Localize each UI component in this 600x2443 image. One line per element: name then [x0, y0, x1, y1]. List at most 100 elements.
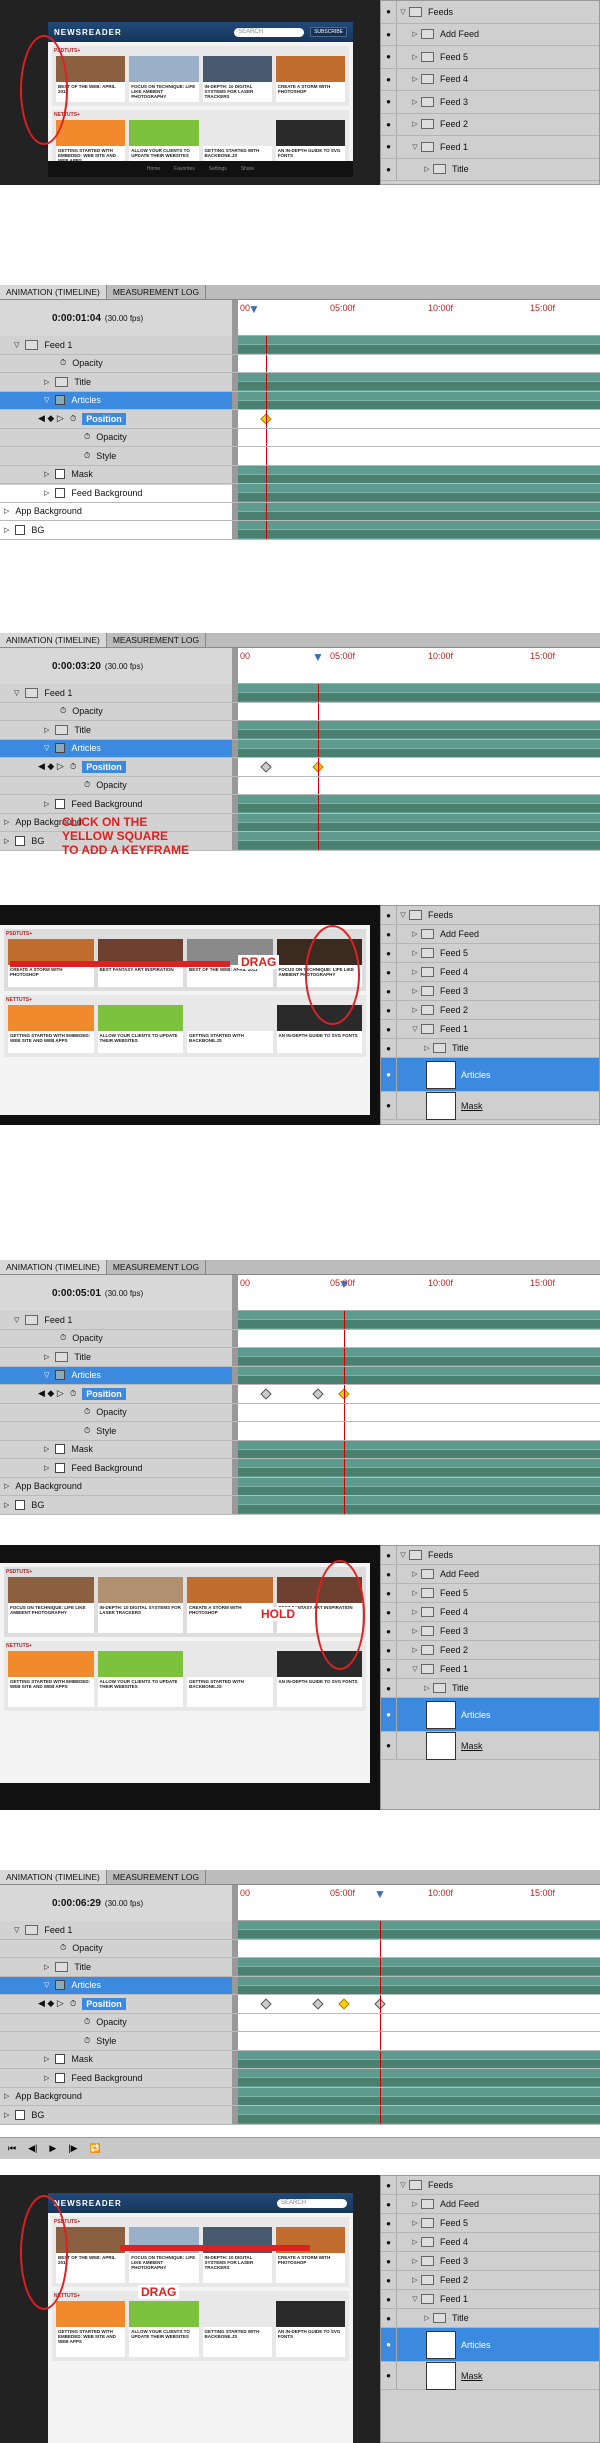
- layer-row[interactable]: ● ▷ Add Feed: [381, 1565, 599, 1584]
- eye-icon[interactable]: ●: [381, 2271, 397, 2289]
- timeline-row[interactable]: ◀ ◆ ▷ ⏱ Position: [0, 410, 600, 429]
- eye-icon[interactable]: ●: [381, 2328, 397, 2361]
- timeline-row[interactable]: ▷ App Background: [0, 502, 600, 521]
- eye-icon[interactable]: ●: [381, 1622, 397, 1640]
- keyframe[interactable]: [312, 1388, 324, 1400]
- playhead-handle[interactable]: ▼: [312, 650, 324, 664]
- chevron-right-icon[interactable]: ▷: [4, 2111, 9, 2119]
- layer-row[interactable]: ● ▷ Feed 5: [381, 944, 599, 963]
- timeline-row[interactable]: ⏱ Opacity: [0, 1329, 600, 1348]
- layer-row[interactable]: ● ▷ Add Feed: [381, 23, 599, 46]
- chevron-right-icon[interactable]: ▷: [44, 726, 49, 734]
- article-card[interactable]: FOCUS ON TECHNIQUE: LIFE LIKE AMBIENT PH…: [129, 56, 199, 102]
- chevron-right-icon[interactable]: ▷: [421, 2314, 433, 2322]
- chevron-right-icon[interactable]: ▷: [409, 949, 421, 957]
- chevron-right-icon[interactable]: ▷: [4, 2092, 9, 2100]
- playback-button[interactable]: ◀|: [28, 2143, 37, 2154]
- timeline-row[interactable]: ⏱ Style: [0, 447, 600, 466]
- article-card[interactable]: GETTING STARTED WITH EMBEDED: WEB SITE A…: [56, 120, 126, 166]
- eye-icon[interactable]: ●: [381, 1546, 397, 1564]
- keyframe[interactable]: [312, 1998, 324, 2010]
- timeline-row[interactable]: ▷ Mask: [0, 465, 600, 484]
- stopwatch-icon[interactable]: ⏱: [60, 1333, 66, 1343]
- chevron-down-icon[interactable]: ▽: [397, 1551, 409, 1559]
- timeline-row[interactable]: ▷ Title: [0, 721, 600, 740]
- layer-row[interactable]: ● ▽ Feed 1: [381, 1660, 599, 1679]
- layer-row[interactable]: ● Articles: [381, 1058, 599, 1092]
- keyframe-nav-icon[interactable]: ◀ ◆ ▷: [38, 1388, 64, 1399]
- layer-row[interactable]: ● ▽ Feeds: [381, 2176, 599, 2195]
- tab-measurement-log[interactable]: MEASUREMENT LOG: [107, 1260, 207, 1274]
- search-input[interactable]: SEARCH: [234, 27, 305, 37]
- timeline-row[interactable]: ▽ Articles: [0, 1976, 600, 1995]
- eye-icon[interactable]: ●: [381, 2195, 397, 2213]
- timeline-row[interactable]: ⏱ Style: [0, 2032, 600, 2051]
- layer-row[interactable]: ● ▽ Feeds: [381, 1, 599, 24]
- eye-icon[interactable]: ●: [381, 2290, 397, 2308]
- timeline-row[interactable]: ▷ Mask: [0, 1440, 600, 1459]
- stopwatch-icon[interactable]: ⏱: [70, 1999, 76, 2009]
- layer-row[interactable]: ● ▽ Feeds: [381, 1546, 599, 1565]
- eye-icon[interactable]: ●: [381, 2252, 397, 2270]
- timeline-row[interactable]: ⏱ Opacity: [0, 354, 600, 373]
- layer-row[interactable]: ● ▷ Title: [381, 2309, 599, 2328]
- chevron-right-icon[interactable]: ▷: [409, 930, 421, 938]
- chevron-right-icon[interactable]: ▷: [409, 2219, 421, 2227]
- tab-share[interactable]: Share: [241, 166, 254, 172]
- playhead-handle[interactable]: ▼: [338, 1277, 350, 1291]
- timeline-row[interactable]: ◀ ◆ ▷ ⏱ Position: [0, 1385, 600, 1404]
- eye-icon[interactable]: ●: [381, 1584, 397, 1602]
- timeline-row[interactable]: ⏱ Opacity: [0, 1403, 600, 1422]
- chevron-right-icon[interactable]: ▷: [421, 1044, 433, 1052]
- article-card[interactable]: CREATE A STORM WITH PHOTOSHOP: [275, 56, 345, 102]
- stopwatch-icon[interactable]: ⏱: [60, 1943, 66, 1953]
- eye-icon[interactable]: ●: [381, 1092, 397, 1119]
- chevron-right-icon[interactable]: ▷: [409, 1006, 421, 1014]
- eye-icon[interactable]: ●: [381, 1020, 397, 1038]
- layer-row[interactable]: ● ▷ Feed 4: [381, 68, 599, 91]
- chevron-right-icon[interactable]: ▷: [421, 1684, 433, 1692]
- chevron-right-icon[interactable]: ▷: [4, 1501, 9, 1509]
- eye-icon[interactable]: ●: [381, 906, 397, 924]
- eye-icon[interactable]: ●: [381, 1641, 397, 1659]
- layer-row[interactable]: ● ▷ Title: [381, 1039, 599, 1058]
- layer-row[interactable]: ● ▽ Feed 1: [381, 2290, 599, 2309]
- layer-row[interactable]: ● ▷ Feed 2: [381, 113, 599, 136]
- chevron-down-icon[interactable]: ▽: [14, 1926, 19, 1934]
- chevron-right-icon[interactable]: ▷: [409, 1570, 421, 1578]
- tab-favorites[interactable]: Favorites: [174, 166, 195, 172]
- playhead-handle[interactable]: ▼: [248, 302, 260, 316]
- layer-row[interactable]: ● ▷ Feed 5: [381, 2214, 599, 2233]
- time-ruler[interactable]: 00 05:00f 10:00f 15:00f ▼: [238, 1275, 600, 1311]
- chevron-down-icon[interactable]: ▽: [44, 1371, 49, 1379]
- eye-icon[interactable]: ●: [381, 1058, 397, 1091]
- chevron-right-icon[interactable]: ▷: [409, 987, 421, 995]
- timeline-row[interactable]: ▷ Title: [0, 1958, 600, 1977]
- layer-row[interactable]: ● ▷ Add Feed: [381, 925, 599, 944]
- chevron-right-icon[interactable]: ▷: [4, 526, 9, 534]
- layer-row[interactable]: ● ▷ Title: [381, 158, 599, 181]
- stopwatch-icon[interactable]: ⏱: [84, 432, 90, 442]
- eye-icon[interactable]: ●: [381, 925, 397, 943]
- timeline-row[interactable]: ▽ Feed 1: [0, 1921, 600, 1940]
- playback-button[interactable]: ⏮: [8, 2143, 16, 2154]
- timeline-row[interactable]: ▷ BG: [0, 2106, 600, 2125]
- layer-row[interactable]: ● Mask: [381, 1731, 599, 1760]
- current-time[interactable]: 0:00:01:04: [52, 313, 101, 324]
- tab-measurement-log[interactable]: MEASUREMENT LOG: [107, 1870, 207, 1884]
- stopwatch-icon[interactable]: ⏱: [84, 1407, 90, 1417]
- timeline-row[interactable]: ▽ Feed 1: [0, 684, 600, 703]
- chevron-right-icon[interactable]: ▷: [409, 1589, 421, 1597]
- stopwatch-icon[interactable]: ⏱: [84, 451, 90, 461]
- chevron-down-icon[interactable]: ▽: [397, 911, 409, 919]
- chevron-down-icon[interactable]: ▽: [44, 396, 49, 404]
- timeline-row[interactable]: ▽ Feed 1: [0, 336, 600, 355]
- chevron-right-icon[interactable]: ▷: [409, 2257, 421, 2265]
- article-card[interactable]: IN-DEPTH: 10 DIGITAL SYSTEMS FOR LASER T…: [202, 56, 272, 102]
- chevron-right-icon[interactable]: ▷: [44, 1445, 49, 1453]
- chevron-down-icon[interactable]: ▽: [44, 744, 49, 752]
- layer-row[interactable]: ● ▷ Feed 5: [381, 1584, 599, 1603]
- layer-row[interactable]: ● ▷ Feed 5: [381, 46, 599, 69]
- eye-icon[interactable]: ●: [381, 2233, 397, 2251]
- tab-home[interactable]: Home: [147, 166, 160, 172]
